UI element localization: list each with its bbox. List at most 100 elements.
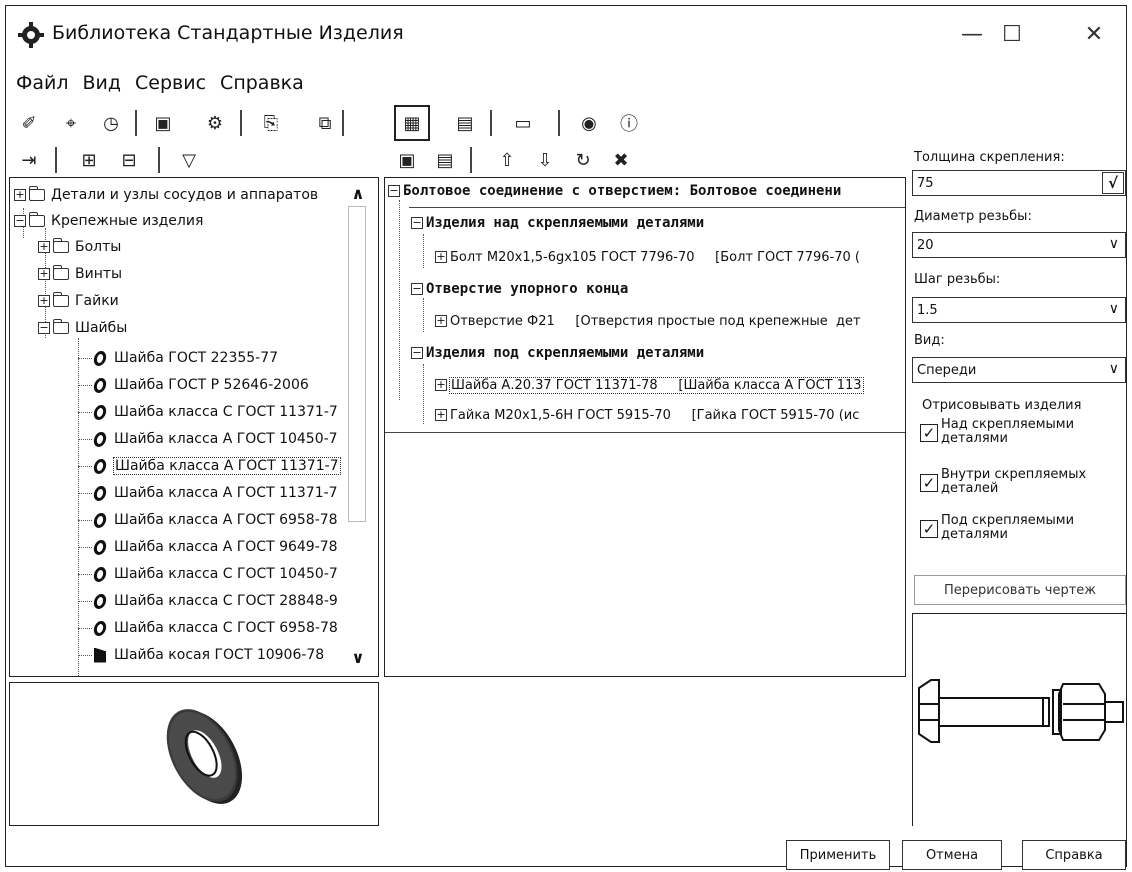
tree-item-hole[interactable]: + Отверстие Ф21 [Отверстия простые под к…	[435, 308, 861, 334]
checkbox-inside[interactable]: ✓ Внутри скрепляемых деталей	[920, 468, 1101, 496]
washer-icon	[92, 620, 108, 636]
history-clock-icon[interactable]: ◷	[98, 110, 124, 136]
tree-item-washer[interactable]: Шайба класса А ГОСТ 11371-7	[78, 481, 338, 505]
washer-icon	[92, 431, 108, 447]
apply-button[interactable]: Применить	[786, 840, 890, 870]
tree-root-bolt-connection[interactable]: − Болтовое соединение с отверстием: Болт…	[388, 178, 841, 204]
collapse-minus-icon[interactable]: −	[411, 283, 423, 295]
chevron-down-icon: ∨	[1108, 236, 1119, 252]
diameter-label: Диаметр резьбы:	[914, 209, 1032, 224]
export-icon[interactable]: ⇥	[16, 147, 42, 173]
help-circle-icon[interactable]: ◉	[576, 110, 602, 136]
tree-node-bolts[interactable]: + Болты	[38, 235, 121, 259]
redraw-button[interactable]: Перерисовать чертеж	[914, 575, 1126, 605]
binoculars-icon[interactable]: ⌖	[58, 110, 84, 136]
tree-item-washer-selected[interactable]: + Шайба А.20.37 ГОСТ 11371-78 [Шайба кла…	[435, 372, 864, 398]
save-as-icon[interactable]: ▤	[432, 147, 458, 173]
pitch-select[interactable]: 1.5 ∨	[912, 297, 1126, 323]
collapse-all-icon[interactable]: ⊟	[116, 147, 142, 173]
delete-icon[interactable]: ✖	[608, 147, 634, 173]
tree-item-washer[interactable]: Шайба ГОСТ 22355-77	[78, 346, 278, 370]
tree-item-washer-bevel[interactable]: Шайба косая ГОСТ 10906-78	[78, 643, 324, 667]
refresh-icon[interactable]: ↻	[570, 147, 596, 173]
menu-file[interactable]: Файл	[16, 72, 69, 94]
tree-item-washer[interactable]: Шайба класса С ГОСТ 11371-7	[78, 400, 338, 424]
collapse-minus-icon[interactable]: −	[388, 185, 400, 197]
checkbox-above[interactable]: ✓ Над скрепляемыми деталями	[920, 418, 1101, 446]
expand-plus-icon[interactable]: +	[435, 315, 447, 327]
tree-item-bolt[interactable]: + Болт М20х1,5-6gх105 ГОСТ 7796-70 [Болт…	[435, 244, 860, 270]
tree-item-washer-selected[interactable]: Шайба класса А ГОСТ 11371-7	[78, 454, 341, 478]
save-disk-icon[interactable]: ▣	[150, 110, 176, 136]
document-edit-icon[interactable]: ⎘	[258, 110, 284, 136]
washer-icon	[92, 512, 108, 528]
collapse-minus-icon[interactable]: −	[14, 215, 26, 227]
confirm-check-button[interactable]: √	[1102, 172, 1124, 194]
checkbox-below[interactable]: ✓ Под скрепляемыми деталями	[920, 514, 1101, 542]
toolbar-separator	[55, 147, 57, 173]
list-view-icon[interactable]: ▭	[510, 110, 536, 136]
tree-node-nuts[interactable]: + Гайки	[38, 289, 119, 313]
tree-item-washer[interactable]: Шайба ГОСТ Р 52646-2006	[78, 373, 309, 397]
move-down-icon[interactable]: ⇩	[532, 147, 558, 173]
expand-plus-icon[interactable]: +	[435, 409, 447, 421]
tree-item-washer[interactable]: Шайба класса С ГОСТ 10450-7	[78, 562, 338, 586]
library-gear-icon	[18, 22, 44, 48]
grid-view-icon[interactable]: ▦	[394, 105, 430, 141]
copy-window-icon[interactable]: ⧉	[312, 110, 338, 136]
toolbar-separator	[158, 147, 160, 173]
maximize-button[interactable]: ☐	[990, 16, 1034, 52]
expand-plus-icon[interactable]: +	[435, 379, 447, 391]
info-icon[interactable]: ⓘ	[616, 110, 642, 136]
tree-group-above[interactable]: − Изделия над скрепляемыми деталями	[411, 210, 704, 236]
tree-group-hole[interactable]: − Отверстие упорного конца	[411, 276, 628, 302]
settings-gear-icon[interactable]: ⚙	[202, 110, 228, 136]
window-title: Библиотека Стандартные Изделия	[52, 22, 404, 44]
tree-item-nut[interactable]: + Гайка М20х1,5-6Н ГОСТ 5915-70 [Гайка Г…	[435, 402, 859, 428]
minimize-button[interactable]: —	[950, 16, 994, 52]
menu-service[interactable]: Сервис	[135, 72, 206, 94]
expand-plus-icon[interactable]: +	[38, 241, 50, 253]
checkbox-checked-icon[interactable]: ✓	[920, 520, 938, 538]
tree-node-washers[interactable]: − Шайбы	[38, 316, 127, 340]
scroll-up-button[interactable]: ∧	[346, 182, 370, 204]
scroll-down-button[interactable]: ∨	[346, 646, 370, 668]
wand-icon[interactable]: ✐	[16, 110, 42, 136]
expand-plus-icon[interactable]: +	[38, 268, 50, 280]
toolbar-separator	[135, 110, 137, 136]
expand-plus-icon[interactable]: +	[435, 251, 447, 263]
tree-node-vessels[interactable]: + Детали и узлы сосудов и аппаратов	[14, 183, 318, 207]
cancel-button[interactable]: Отмена	[902, 840, 1002, 870]
toolbar-separator	[240, 110, 242, 136]
tree-item-washer[interactable]: Шайба класса С ГОСТ 6958-78	[78, 616, 338, 640]
tree-item-washer[interactable]: Шайба класса А ГОСТ 9649-78	[78, 535, 338, 559]
collapse-minus-icon[interactable]: −	[38, 322, 50, 334]
tree-node-screws[interactable]: + Винты	[38, 262, 122, 286]
view-select[interactable]: Спереди ∨	[912, 357, 1126, 383]
move-up-icon[interactable]: ⇧	[494, 147, 520, 173]
expand-all-icon[interactable]: ⊞	[76, 147, 102, 173]
tree-item-washer[interactable]: Шайба класса А ГОСТ 6958-78	[78, 508, 338, 532]
checkbox-checked-icon[interactable]: ✓	[920, 424, 938, 442]
tree-item-washer[interactable]: Шайба класса А ГОСТ 10450-7	[78, 427, 338, 451]
expand-plus-icon[interactable]: +	[14, 189, 26, 201]
save-icon[interactable]: ▣	[394, 147, 420, 173]
collapse-minus-icon[interactable]: −	[411, 347, 423, 359]
checkbox-checked-icon[interactable]: ✓	[920, 474, 938, 492]
tree-group-below[interactable]: − Изделия под скрепляемыми деталями	[411, 340, 704, 366]
close-button[interactable]: ✕	[1072, 16, 1116, 52]
folder-icon	[53, 319, 69, 334]
tree-node-fasteners[interactable]: − Крепежные изделия	[14, 209, 203, 233]
filter-icon[interactable]: ▽	[176, 147, 202, 173]
scrollbar-thumb[interactable]	[348, 206, 366, 522]
expand-plus-icon[interactable]: +	[38, 295, 50, 307]
help-button[interactable]: Справка	[1022, 840, 1126, 870]
menu-view[interactable]: Вид	[83, 72, 122, 94]
thickness-input[interactable]: 75 √	[912, 170, 1126, 196]
diameter-select[interactable]: 20 ∨	[912, 232, 1126, 258]
tree-item-washer[interactable]: Шайба класса С ГОСТ 28848-9	[78, 589, 338, 613]
collapse-minus-icon[interactable]: −	[411, 217, 423, 229]
washer-icon	[92, 485, 108, 501]
table-view-icon[interactable]: ▤	[452, 110, 478, 136]
menu-help[interactable]: Справка	[220, 72, 304, 94]
